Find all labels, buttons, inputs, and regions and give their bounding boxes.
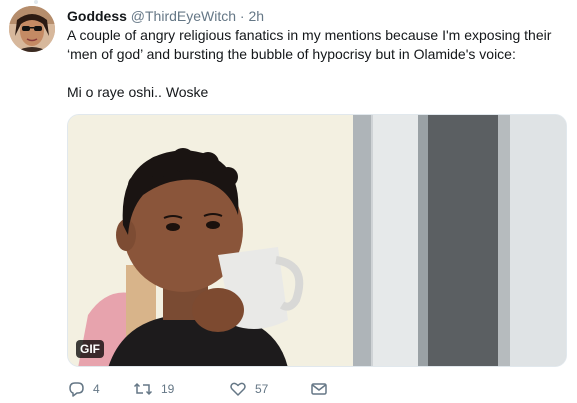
separator-dot: · [239, 8, 245, 24]
display-name[interactable]: Goddess [67, 8, 127, 24]
tweet[interactable]: Goddess @ThirdEyeWitch · 2h A couple of … [0, 0, 577, 403]
like-button[interactable]: 57 [229, 378, 268, 400]
timestamp[interactable]: 2h [248, 8, 264, 24]
heart-icon [230, 382, 246, 396]
tweet-text-paragraph-2: Mi o raye oshi.. Woske [67, 84, 209, 100]
tweet-header: Goddess @ThirdEyeWitch · 2h [67, 7, 264, 25]
retweet-button[interactable]: 19 [133, 378, 174, 400]
envelope-icon [311, 383, 327, 395]
tweet-actions: 4 19 57 [67, 378, 567, 400]
retweet-count: 19 [161, 382, 175, 396]
avatar-image [9, 6, 55, 52]
gif-media[interactable]: GIF [67, 114, 567, 367]
reply-icon [69, 382, 84, 397]
like-count: 57 [255, 382, 269, 396]
reply-button[interactable]: 4 [67, 378, 100, 400]
tweet-text: A couple of angry religious fanatics in … [67, 26, 567, 102]
tweet-text-paragraph-1: A couple of angry religious fanatics in … [67, 27, 552, 62]
gif-badge: GIF [76, 340, 104, 358]
thread-connector-dot [34, 0, 38, 4]
retweet-icon [133, 382, 153, 396]
avatar[interactable] [9, 6, 55, 52]
gif-frame-image [68, 115, 566, 366]
user-handle[interactable]: @ThirdEyeWitch [131, 8, 236, 24]
reply-count: 4 [93, 382, 100, 396]
direct-message-button[interactable] [310, 378, 328, 400]
